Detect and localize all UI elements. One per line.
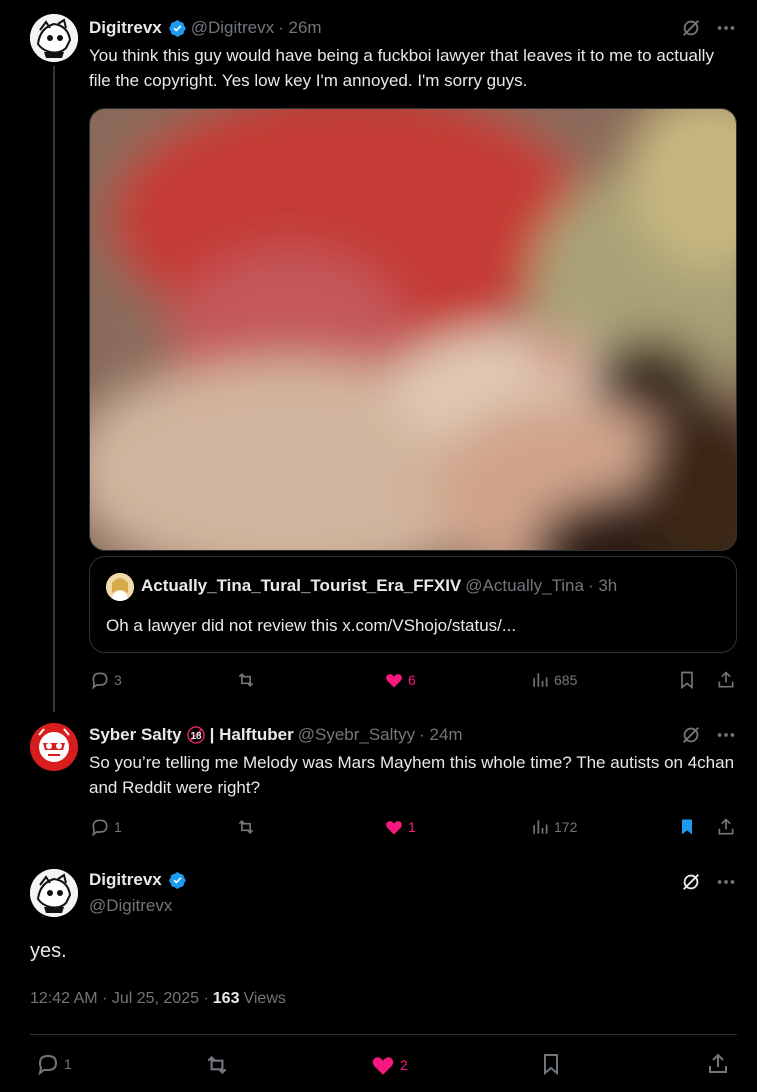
more-icon: [717, 733, 735, 737]
share-button[interactable]: [706, 1052, 730, 1076]
quote-avatar[interactable]: [106, 573, 134, 601]
name-suffix[interactable]: | Halftuber: [210, 725, 294, 745]
share-icon: [709, 1053, 727, 1073]
bookmark-button[interactable]: [539, 1052, 563, 1076]
reply-count: 1: [114, 819, 122, 835]
more-button[interactable]: [715, 724, 737, 751]
more-icon: [717, 880, 735, 884]
views-button[interactable]: 685: [530, 670, 577, 690]
more-button[interactable]: [715, 871, 737, 898]
like-icon: [372, 1057, 394, 1075]
like-button[interactable]: 1: [384, 817, 416, 837]
grok-button[interactable]: [680, 724, 702, 751]
handle[interactable]: @Digitrevx: [89, 896, 172, 916]
bookmark-icon: [544, 1054, 558, 1076]
views-icon: [533, 820, 548, 834]
grok-icon: [683, 727, 699, 743]
like-button[interactable]: 2: [370, 1052, 408, 1078]
repost-icon: [238, 672, 254, 688]
svg-text:18: 18: [190, 731, 202, 742]
grok-button[interactable]: [680, 17, 702, 44]
verified-badge-icon: [168, 871, 186, 889]
repost-icon: [207, 1055, 227, 1075]
bookmark-icon: [682, 819, 692, 835]
views-label: Views: [243, 990, 286, 1007]
grok-icon: [683, 20, 699, 36]
grok-icon: [683, 874, 699, 890]
verified-badge-icon: [168, 19, 186, 37]
share-icon: [718, 818, 734, 835]
thread-line: [53, 66, 55, 712]
like-icon: [386, 674, 402, 688]
repost-button[interactable]: [204, 1052, 230, 1078]
like-count: 1: [408, 819, 416, 835]
views-count: 685: [554, 672, 578, 688]
timestamp[interactable]: · 26m: [278, 18, 321, 38]
more-icon: [717, 26, 735, 30]
handle[interactable]: @Syebr_Saltyy: [298, 725, 415, 745]
grok-button[interactable]: [680, 871, 702, 898]
views-button[interactable]: 172: [530, 817, 577, 837]
reply-button[interactable]: 3: [90, 670, 122, 690]
eighteen-plus-icon: 18: [186, 726, 205, 744]
quote-display-name[interactable]: Actually_Tina_Tural_Tourist_Era_FFXIV: [141, 576, 461, 596]
views-count: 163: [212, 990, 240, 1007]
quote-timestamp[interactable]: · 3h: [588, 576, 617, 596]
handle[interactable]: @Digitrevx: [191, 18, 274, 38]
bookmark-button[interactable]: [677, 670, 697, 690]
bookmark-icon: [681, 671, 693, 690]
repost-button[interactable]: [236, 817, 256, 837]
tweet-text: You think this guy would have being a fu…: [89, 46, 714, 90]
reply-button[interactable]: 1: [36, 1052, 72, 1076]
like-button[interactable]: 6: [384, 670, 416, 690]
reply-button[interactable]: 1: [90, 817, 122, 837]
like-icon: [386, 821, 402, 835]
tweet-text: So you’re telling me Melody was Mars May…: [89, 753, 735, 797]
like-count: 2: [400, 1057, 408, 1073]
reply-icon: [38, 1054, 58, 1076]
tweet-text: yes.: [30, 940, 67, 962]
quote-handle[interactable]: @Actually_Tina: [465, 576, 584, 596]
reply-count: 3: [114, 672, 122, 688]
bookmark-button[interactable]: [677, 817, 697, 837]
avatar[interactable]: [30, 14, 78, 62]
quote-text: Oh a lawyer did not review this x.com/VS…: [106, 616, 517, 635]
views-icon: [533, 673, 548, 687]
tweet-image[interactable]: [89, 108, 737, 551]
like-count: 6: [408, 672, 416, 688]
more-button[interactable]: [715, 17, 737, 44]
display-name[interactable]: Digitrevx: [89, 18, 162, 38]
repost-button[interactable]: [236, 670, 260, 690]
timestamp[interactable]: · 24m: [419, 725, 462, 745]
reply-icon: [92, 672, 108, 690]
avatar[interactable]: [30, 869, 78, 917]
divider: [30, 1034, 737, 1035]
avatar[interactable]: [30, 723, 78, 771]
share-button[interactable]: [716, 670, 736, 690]
views-count: 172: [554, 819, 578, 835]
quote-tweet-card[interactable]: Actually_Tina_Tural_Tourist_Era_FFXIV @A…: [89, 556, 737, 653]
display-name[interactable]: Digitrevx: [89, 870, 162, 890]
tweet-timestamp[interactable]: 12:42 AM · Jul 25, 2025 ·: [30, 990, 209, 1008]
reply-icon: [92, 819, 108, 837]
share-icon: [718, 671, 734, 688]
repost-icon: [238, 819, 254, 835]
reply-count: 1: [64, 1056, 72, 1072]
display-name[interactable]: Syber Salty: [89, 725, 182, 745]
share-button[interactable]: [716, 817, 736, 837]
